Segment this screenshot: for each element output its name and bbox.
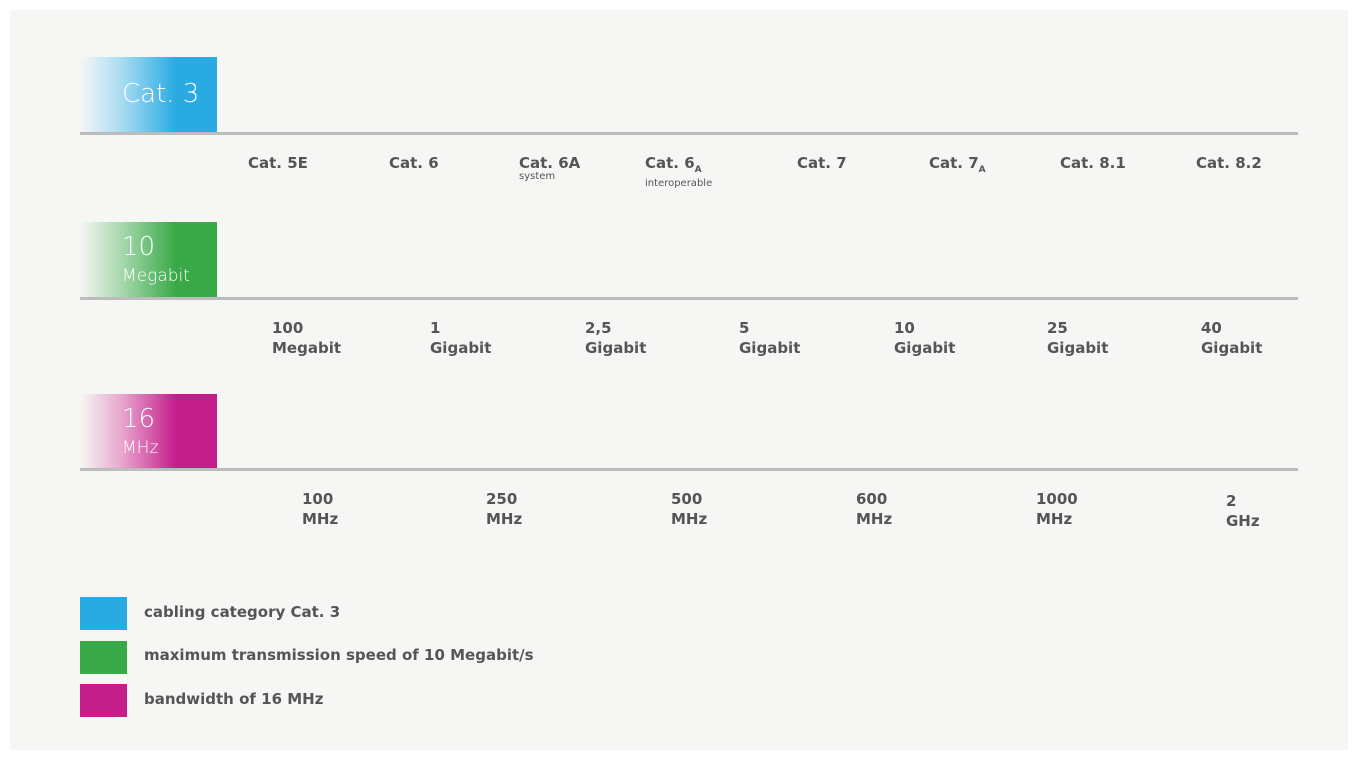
- category-label: Cat. 8.1: [1060, 154, 1126, 172]
- bandwidth-tag-unit: MHz: [122, 438, 159, 458]
- category-label: Cat. 8.2: [1196, 154, 1262, 172]
- category-label: Cat. 7: [797, 154, 847, 172]
- cat3-tag-label: Cat. 3: [122, 79, 200, 109]
- legend-swatch-speed: [80, 641, 127, 674]
- speed-label: 100 Megabit: [272, 319, 342, 357]
- categories-rule: [80, 132, 1298, 135]
- bandwidth-tag: 16 MHz: [80, 394, 217, 470]
- category-label: Cat. 6A interoperable: [645, 154, 713, 189]
- speed-tag-value: 10: [122, 232, 156, 262]
- bandwidth-label: 1000 MHz: [1036, 490, 1078, 528]
- cat3-tag: Cat. 3: [80, 57, 217, 133]
- speed-label: 5 Gigabit: [739, 319, 801, 357]
- legend-text-bandwidth: bandwidth of 16 MHz: [144, 690, 324, 708]
- speed-label: 1 Gigabit: [430, 319, 492, 357]
- category-label: Cat. 7A: [929, 154, 986, 175]
- legend-swatch-bandwidth: [80, 684, 127, 717]
- legend-text-speed: maximum transmission speed of 10 Megabit…: [144, 646, 534, 664]
- speed-label: 2,5 Gigabit: [585, 319, 647, 357]
- category-label: Cat. 5E: [248, 154, 308, 172]
- legend-text-cat: cabling category Cat. 3: [144, 603, 341, 621]
- bandwidth-rule: [80, 468, 1298, 471]
- bandwidth-label: 600 MHz: [856, 490, 893, 528]
- category-label: Cat. 6A system: [519, 154, 581, 182]
- bandwidth-label: 500 MHz: [671, 490, 708, 528]
- category-label: Cat. 6: [389, 154, 439, 172]
- speed-tag-unit: Megabit: [122, 266, 190, 286]
- legend-swatch-cat: [80, 597, 127, 630]
- speed-label: 25 Gigabit: [1047, 319, 1109, 357]
- speed-label: 40 Gigabit: [1201, 319, 1263, 357]
- bandwidth-tag-value: 16: [122, 404, 156, 434]
- bandwidth-label: 2 GHz: [1226, 492, 1260, 530]
- bandwidth-label: 250 MHz: [486, 490, 523, 528]
- bandwidth-label: 100 MHz: [302, 490, 339, 528]
- speed-tag: 10 Megabit: [80, 222, 217, 298]
- speed-rule: [80, 297, 1298, 300]
- speed-label: 10 Gigabit: [894, 319, 956, 357]
